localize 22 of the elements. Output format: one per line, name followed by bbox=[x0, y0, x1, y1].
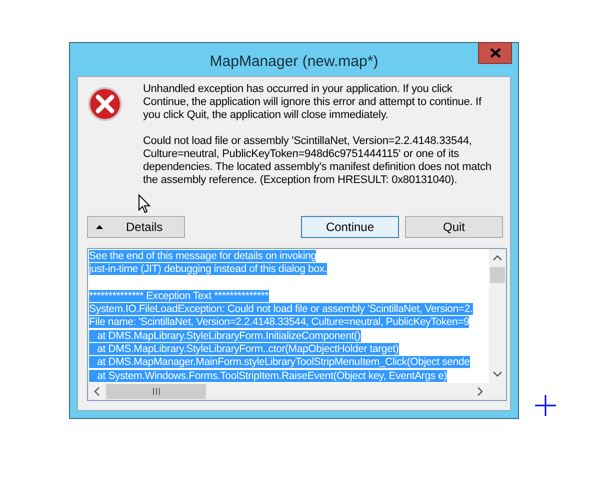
pointer-icon bbox=[138, 194, 151, 214]
scroll-thumb[interactable] bbox=[490, 267, 505, 283]
vertical-scrollbar[interactable] bbox=[489, 249, 506, 383]
default-button[interactable]: Continue bbox=[301, 216, 399, 238]
window-title: MapManager (new.map*) bbox=[210, 52, 378, 70]
close-button[interactable] bbox=[478, 42, 512, 64]
details-button[interactable]: Details bbox=[87, 216, 185, 238]
scroll-left-icon bbox=[94, 387, 100, 396]
scroll-thumb[interactable] bbox=[106, 384, 206, 399]
grip-icon bbox=[152, 388, 160, 395]
scroll-down-icon bbox=[493, 371, 502, 377]
details-text-box[interactable] bbox=[87, 248, 507, 401]
horizontal-scrollbar[interactable] bbox=[88, 383, 489, 400]
error-message: Could not load file or assembly 'ScintillaNet, Version=2.2.4148.33544, Culture=neutral, PublicKeyToken=948d6c9751444115' or one of its dependencies. The located assembly's manifest definition does not match the assembly reference. (Exception from HRESULT: 0x80131040). bbox=[143, 135, 492, 187]
crosshair-icon bbox=[535, 395, 556, 416]
scroll-right-icon bbox=[477, 387, 483, 396]
scroll-up-icon bbox=[493, 255, 502, 261]
close-icon bbox=[490, 48, 500, 58]
dialog-button[interactable]: Quit bbox=[405, 216, 503, 238]
caret-icon bbox=[96, 225, 103, 229]
error-icon bbox=[87, 86, 123, 122]
error-message: Unhandled exception has occurred in your application. If you click Continue, the application will ignore this error and attempt to continue. If you click Quit, the application will close immediately. bbox=[143, 83, 482, 122]
